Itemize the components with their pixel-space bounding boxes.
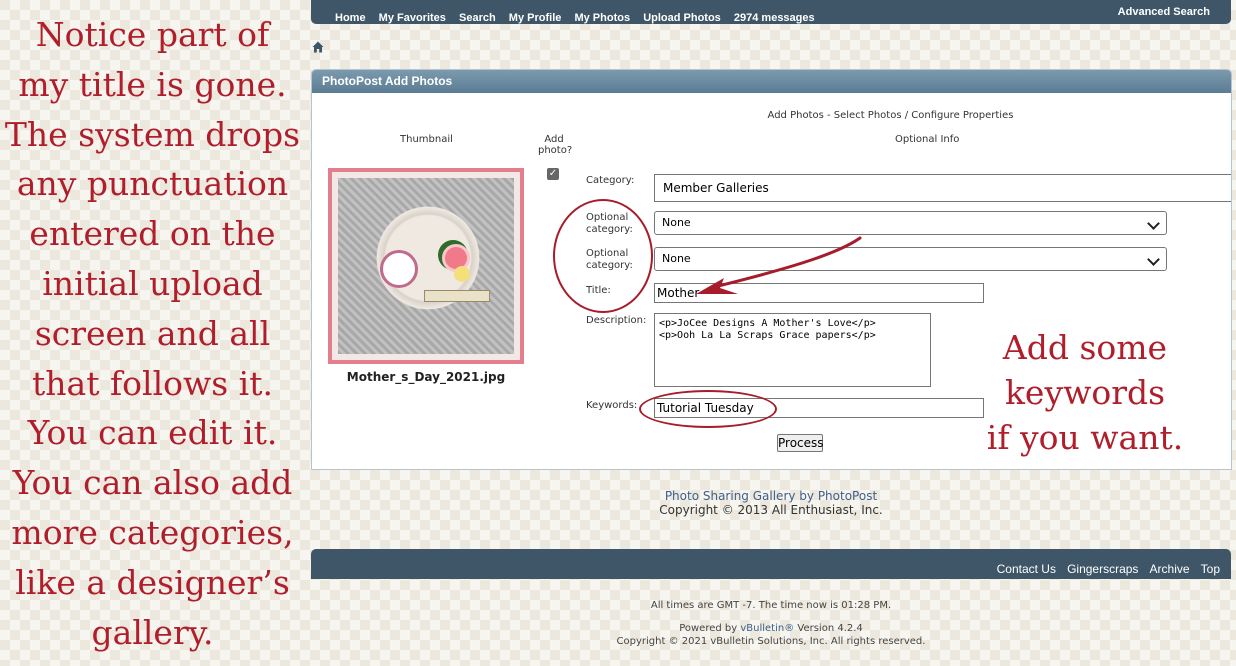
chevron-down-icon — [1147, 253, 1160, 266]
annotation-line: that follows it. — [32, 363, 273, 403]
powered-prefix: Powered by — [679, 623, 741, 634]
annotation-line: screen and all — [34, 313, 271, 353]
annotation-circle-keywords — [639, 390, 777, 428]
annotation-line: entered on the — [29, 214, 276, 254]
annotation-line: Notice part of — [35, 15, 270, 54]
add-photo-checkbox[interactable]: ✓ — [547, 168, 559, 180]
vbulletin-copyright: Copyright © 2021 vBulletin Solutions, In… — [616, 636, 926, 647]
description-label: Description: — [586, 315, 647, 326]
powered-suffix: Version 4.2.4 — [794, 623, 863, 634]
nav-upload-photos[interactable]: Upload Photos — [643, 12, 721, 24]
panel-title: PhotoPost Add Photos — [312, 70, 1231, 93]
gallery-footer: Photo Sharing Gallery by PhotoPost Copyr… — [311, 489, 1231, 517]
gallery-copyright: Copyright © 2013 All Enthusiast, Inc. — [659, 503, 883, 517]
nav-my-photos[interactable]: My Photos — [574, 12, 630, 24]
chevron-down-icon — [1147, 217, 1160, 230]
annotation-line: gallery. — [91, 612, 214, 652]
category-field[interactable]: Member Galleries — [654, 174, 1231, 202]
home-icon[interactable] — [312, 41, 324, 53]
col-optional-info-header: Optional Info — [895, 134, 960, 145]
keywords-label: Keywords: — [586, 400, 638, 411]
annotation-arrow — [696, 236, 862, 294]
bottom-navbar: Contact Us Gingerscraps Archive Top — [311, 549, 1231, 579]
annotation-right: Add some keywords if you want. — [980, 325, 1190, 460]
annotation-line: keywords — [1004, 373, 1166, 412]
description-textarea[interactable]: <p>JoCee Designs A Mother's Love</p> <p>… — [654, 313, 931, 387]
process-button[interactable]: Process — [777, 434, 824, 452]
annotation-line: my title is gone. — [18, 64, 287, 104]
annotation-line: Add some — [1002, 328, 1168, 367]
advanced-search-link[interactable]: Advanced Search — [1118, 6, 1210, 18]
photo-filename: Mother_s_Day_2021.jpg — [346, 370, 506, 384]
photo-thumbnail[interactable] — [328, 168, 524, 364]
optional-category-2-value: None — [662, 252, 691, 265]
annotation-line: You can edit it. — [27, 413, 278, 453]
annotation-circle-labels — [553, 199, 653, 313]
nav-search[interactable]: Search — [459, 12, 496, 24]
annotation-line: like a designer’s — [15, 562, 290, 602]
gingerscraps-link[interactable]: Gingerscraps — [1067, 562, 1138, 576]
annotation-line: You can also add — [12, 463, 293, 503]
nav-my-profile[interactable]: My Profile — [509, 12, 562, 24]
top-link[interactable]: Top — [1201, 562, 1220, 576]
top-navbar: Home My Favorites Search My Profile My P… — [311, 0, 1231, 24]
time-text: All times are GMT -7. The time now is 01… — [650, 600, 892, 611]
annotation-line: more categories, — [11, 512, 294, 552]
annotation-line: any punctuation — [16, 164, 289, 204]
annotation-line: initial upload — [42, 263, 263, 303]
photopost-link[interactable]: Photo Sharing Gallery by PhotoPost — [311, 489, 1231, 503]
archive-link[interactable]: Archive — [1150, 562, 1190, 576]
col-thumbnail-header: Thumbnail — [400, 134, 453, 145]
nav-messages[interactable]: 2974 messages — [734, 12, 815, 24]
annotation-left: Notice part of my title is gone. The sys… — [0, 10, 305, 657]
powered-by: Powered by vBulletin® Version 4.2.4 — [311, 623, 1231, 634]
annotation-line: if you want. — [986, 418, 1184, 457]
annotation-line: The system drops — [4, 114, 301, 154]
contact-us-link[interactable]: Contact Us — [997, 562, 1056, 576]
nav-home[interactable]: Home — [335, 12, 366, 24]
panel-subtitle: Add Photos - Select Photos / Configure P… — [767, 110, 1014, 121]
col-add-photo-header: Add photo? — [538, 134, 573, 156]
vbulletin-link[interactable]: vBulletin® — [740, 623, 794, 634]
category-label: Category: — [586, 175, 635, 186]
nav-my-favorites[interactable]: My Favorites — [379, 12, 446, 24]
optional-category-1-value: None — [662, 216, 691, 229]
